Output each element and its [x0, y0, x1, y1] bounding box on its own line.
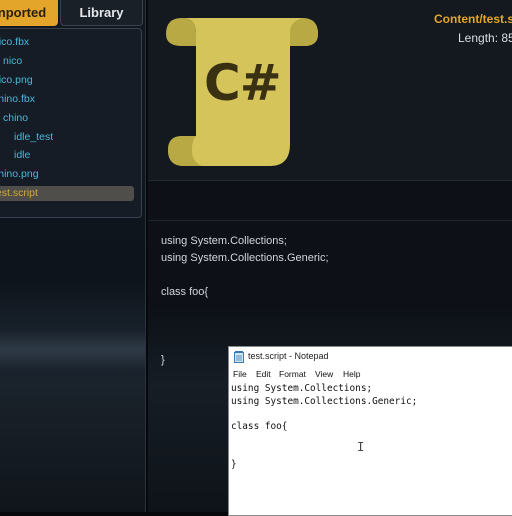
notepad-line: using System.Collections;: [231, 383, 373, 394]
menu-edit[interactable]: Edit: [256, 369, 271, 379]
csharp-icon-label: C#: [204, 54, 282, 112]
notepad-line: class foo{: [231, 420, 288, 432]
notepad-titlebar[interactable]: test.script - Notepad: [229, 347, 512, 367]
text-cursor-icon: I: [357, 440, 365, 454]
tab-imported[interactable]: nported: [0, 0, 58, 26]
tree-item[interactable]: nico: [0, 54, 144, 69]
asset-browser-panel: nported Library nico.fbx nico nico.png chin…: [0, 0, 146, 512]
code-line: class foo{: [161, 286, 209, 298]
notepad-line: using System.Collections.Generic;: [231, 395, 418, 407]
tree-item[interactable]: test.script: [0, 186, 134, 202]
file-path-title: Content/test.s: [434, 12, 512, 26]
tree-item[interactable]: chino: [0, 111, 144, 126]
asset-tabs: nported Library: [0, 0, 145, 26]
tree-item[interactable]: nico.png: [0, 73, 134, 88]
menu-file[interactable]: File: [233, 369, 247, 379]
notepad-text-area[interactable]: using System.Collections; using System.Co…: [231, 383, 511, 513]
notepad-window-title: test.script - Notepad: [248, 351, 329, 361]
code-line: using System.Collections;: [161, 235, 287, 247]
tree-item[interactable]: chino.png: [0, 167, 134, 182]
tree-item[interactable]: idle: [0, 148, 145, 163]
notepad-window[interactable]: test.script - Notepad File Edit Format V…: [228, 346, 512, 516]
panel-background: [0, 330, 145, 370]
notepad-menubar: File Edit Format View Help: [229, 368, 512, 382]
code-line: using System.Collections.Generic;: [161, 252, 329, 264]
file-length-label: Length: 85: [458, 31, 512, 45]
notepad-icon: [234, 351, 244, 363]
code-line: }: [161, 354, 165, 366]
menu-view[interactable]: View: [315, 369, 333, 379]
divider: [148, 220, 512, 221]
tree-item[interactable]: chino.fbx: [0, 92, 134, 107]
menu-format[interactable]: Format: [279, 369, 306, 379]
notepad-line: }: [231, 458, 237, 470]
tab-library[interactable]: Library: [60, 0, 143, 26]
tree-item[interactable]: nico.fbx: [0, 35, 134, 50]
tree-item[interactable]: idle_test: [0, 130, 145, 145]
file-preview-header: C# Content/test.s Length: 85: [148, 0, 512, 181]
asset-tree: nico.fbx nico nico.png chino.fbx chino idle_t…: [0, 28, 142, 218]
menu-help[interactable]: Help: [343, 369, 360, 379]
